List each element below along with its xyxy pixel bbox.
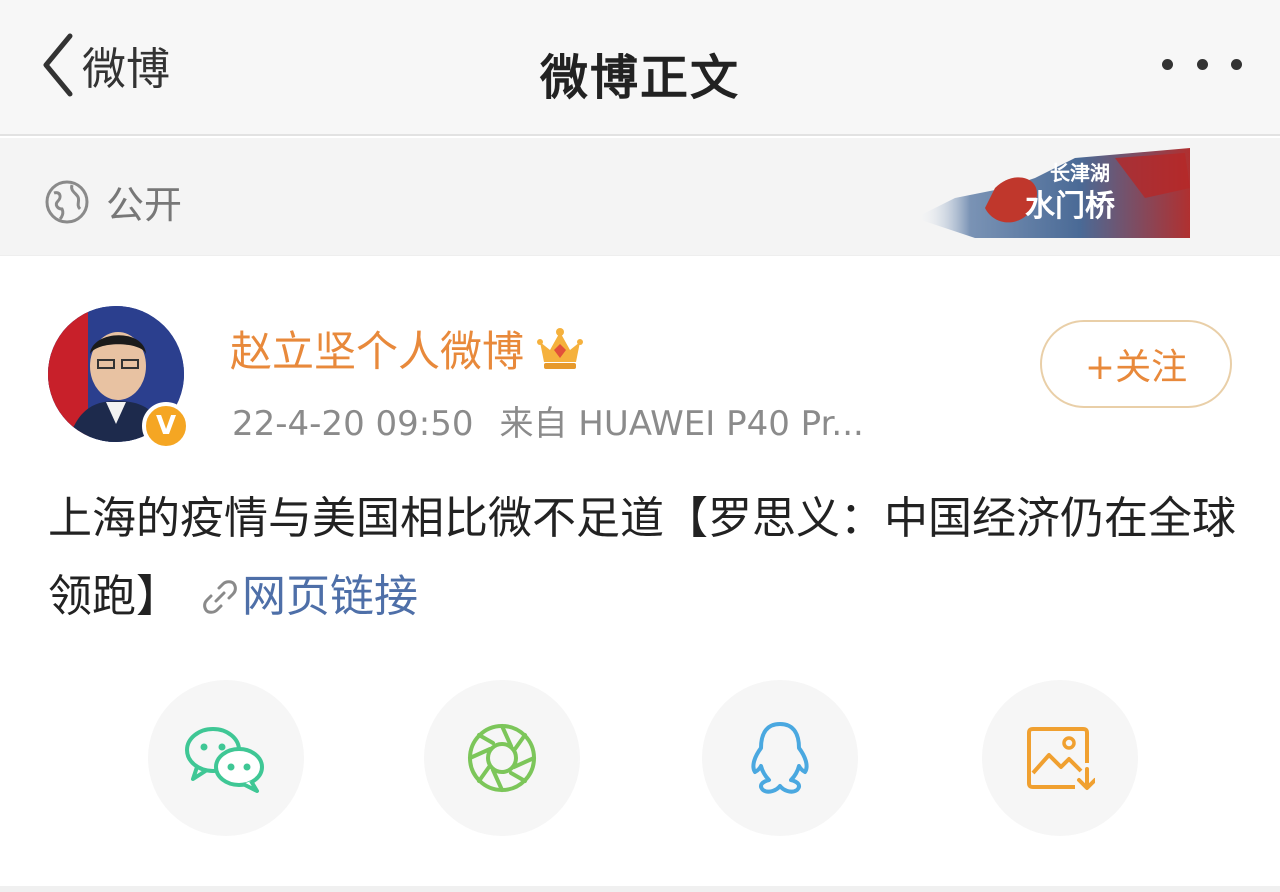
more-options-button[interactable] <box>1162 52 1242 76</box>
share-moments-button[interactable] <box>424 680 580 836</box>
top-nav-bar: 微博 微博正文 <box>0 0 1280 136</box>
banner-top-text: 长津湖 <box>1050 161 1110 185</box>
share-wechat-button[interactable] <box>148 680 304 836</box>
share-qq-button[interactable] <box>702 680 858 836</box>
more-dot-icon <box>1231 58 1242 70</box>
post-source: 来自 HUAWEI P40 Pr... <box>499 404 864 444</box>
wechat-icon <box>185 727 264 793</box>
moments-icon <box>468 724 536 792</box>
post-content: 上海的疫情与美国相比微不足道【罗思义：中国经济仍在全球领跑】 网页链接 <box>48 480 1238 636</box>
web-link[interactable]: 网页链接 <box>202 571 418 622</box>
more-dot-icon <box>1196 58 1208 70</box>
web-link-label[interactable]: 网页链接 <box>242 571 418 622</box>
more-dot-icon <box>1162 58 1173 70</box>
username-row[interactable]: 赵立坚个人微博 <box>230 318 584 379</box>
globe-icon <box>45 180 89 223</box>
post-card: V 赵立坚个人微博 22-4-20 09:50 来自 HUAWEI P40 Pr.… <box>0 256 1280 892</box>
page-title: 微博正文 <box>539 50 740 106</box>
link-icon <box>203 580 237 614</box>
post-meta: 22-4-20 09:50 来自 HUAWEI P40 Pr... <box>232 396 864 445</box>
verified-badge-icon: V <box>142 402 190 450</box>
username[interactable]: 赵立坚个人微博 <box>230 318 524 379</box>
visibility-indicator: 公开 <box>44 174 182 229</box>
crown-vip-icon <box>537 327 584 369</box>
bottom-divider <box>0 886 1280 892</box>
save-image-icon <box>1027 727 1095 790</box>
qq-icon <box>751 722 809 794</box>
promo-banner-image[interactable]: 长津湖 水门桥 <box>915 148 1190 238</box>
share-bar <box>0 680 1280 840</box>
banner-bottom-text: 水门桥 <box>1025 189 1115 224</box>
visibility-label: 公开 <box>106 183 183 227</box>
follow-button[interactable]: +关注 <box>1040 320 1232 408</box>
post-timestamp: 22-4-20 09:50 <box>232 404 474 444</box>
share-save-image-button[interactable] <box>982 680 1138 836</box>
